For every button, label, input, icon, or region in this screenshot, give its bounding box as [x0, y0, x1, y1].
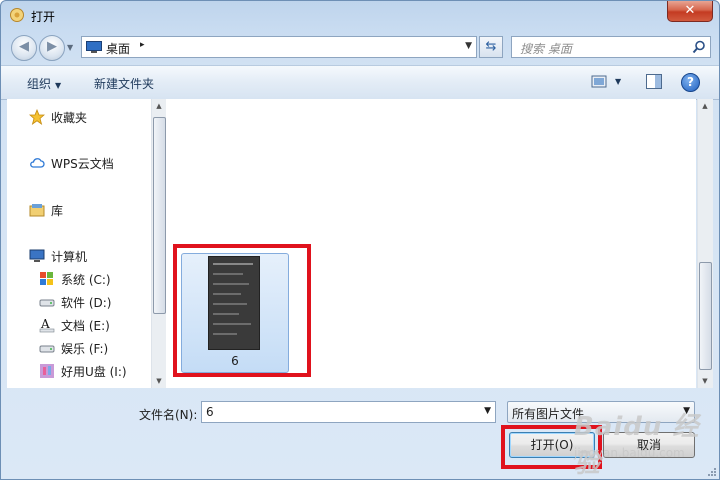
chevron-down-icon: ▼ — [683, 406, 690, 416]
nav-label: 库 — [51, 204, 64, 218]
nav-label: 软件 (D:) — [61, 296, 112, 310]
file-scroll-thumb[interactable] — [699, 262, 712, 370]
search-box[interactable]: 搜索 桌面 — [511, 36, 711, 58]
usb-drive-icon — [40, 364, 54, 378]
recent-locations-dropdown-icon[interactable]: ▼ — [67, 43, 73, 52]
nav-label: 收藏夹 — [51, 111, 88, 125]
filename-value[interactable]: 6 — [206, 405, 214, 419]
nav-pane-scrollbar[interactable]: ▲ ▼ — [151, 99, 166, 388]
scroll-up-icon[interactable]: ▲ — [698, 99, 712, 113]
highlight-box-file — [173, 244, 311, 377]
command-toolbar: 组织 ▼ 新建文件夹 ▼ ? — [1, 65, 719, 100]
preview-pane-icon[interactable] — [646, 74, 662, 89]
close-icon: ✕ — [684, 3, 696, 18]
address-dropdown-icon[interactable]: ▼ — [465, 41, 472, 51]
cloud-icon — [30, 158, 45, 168]
scroll-down-icon[interactable]: ▼ — [152, 374, 166, 388]
file-list-scrollbar[interactable]: ▲ ▼ — [697, 99, 713, 388]
close-button[interactable]: ✕ — [667, 1, 713, 22]
drive-icon — [39, 299, 55, 307]
nav-label: WPS云文档 — [51, 157, 114, 171]
view-options-dropdown-icon[interactable]: ▼ — [615, 77, 621, 86]
filename-dropdown-icon[interactable]: ▼ — [484, 406, 491, 416]
cancel-button[interactable]: 取消 — [603, 432, 695, 458]
refresh-button[interactable]: ⇆ — [479, 36, 503, 58]
system-drive-icon — [40, 272, 53, 285]
refresh-icon: ⇆ — [485, 39, 497, 54]
window-title: 打开 — [31, 10, 56, 24]
nav-label: 好用U盘 (I:) — [61, 365, 127, 379]
open-file-dialog: 打开 ✕ ◀ ▶ ▼ 桌面 ▸ ▼ ⇆ 搜索 桌面 组织 ▼ 新建文件夹 ▼ ?… — [0, 0, 720, 480]
help-icon[interactable]: ? — [681, 73, 700, 92]
drive-icon — [39, 345, 55, 353]
chevron-down-icon: ▼ — [55, 81, 62, 90]
address-bar[interactable]: 桌面 ▸ ▼ — [81, 36, 477, 58]
title-bar[interactable]: 打开 ✕ — [1, 1, 719, 31]
star-icon — [29, 109, 45, 125]
app-icon — [10, 8, 24, 22]
navigation-pane: 收藏夹 WPS云文档 库 计算机 系统 (C:) 软件 (D:) A 文档 (E… — [7, 99, 151, 388]
nav-label: 系统 (C:) — [61, 273, 111, 287]
forward-arrow-icon: ▶ — [47, 39, 57, 54]
computer-icon — [29, 249, 45, 262]
filename-label: 文件名(N): — [139, 408, 198, 422]
filetype-select[interactable]: 所有图片文件 ▼ — [507, 401, 695, 423]
back-arrow-icon: ◀ — [19, 39, 29, 54]
library-icon — [29, 204, 45, 217]
nav-label: 娱乐 (F:) — [61, 342, 109, 356]
filetype-value: 所有图片文件 — [512, 407, 585, 421]
nav-label: 文档 (E:) — [61, 319, 110, 333]
search-input[interactable]: 搜索 桌面 — [520, 40, 572, 57]
filename-field[interactable]: 6 ▼ — [201, 401, 496, 423]
text-drive-icon: A — [39, 317, 55, 333]
forward-button[interactable]: ▶ — [39, 35, 65, 61]
breadcrumb-arrow-icon[interactable]: ▸ — [140, 40, 145, 50]
new-folder-button[interactable]: 新建文件夹 — [94, 75, 154, 92]
scroll-up-icon[interactable]: ▲ — [152, 99, 166, 113]
organize-menu[interactable]: 组织 ▼ — [27, 75, 61, 92]
search-icon[interactable] — [692, 40, 706, 54]
nav-label: 计算机 — [51, 250, 88, 264]
change-view-icon[interactable] — [591, 75, 607, 89]
address-location[interactable]: 桌面 — [106, 40, 130, 57]
resize-grip-icon[interactable] — [707, 467, 717, 477]
desktop-icon — [86, 41, 102, 53]
highlight-box-open — [501, 425, 602, 469]
nav-scroll-thumb[interactable] — [153, 117, 166, 314]
back-button[interactable]: ◀ — [11, 35, 37, 61]
scroll-down-icon[interactable]: ▼ — [698, 374, 712, 388]
organize-label: 组织 — [27, 77, 52, 91]
